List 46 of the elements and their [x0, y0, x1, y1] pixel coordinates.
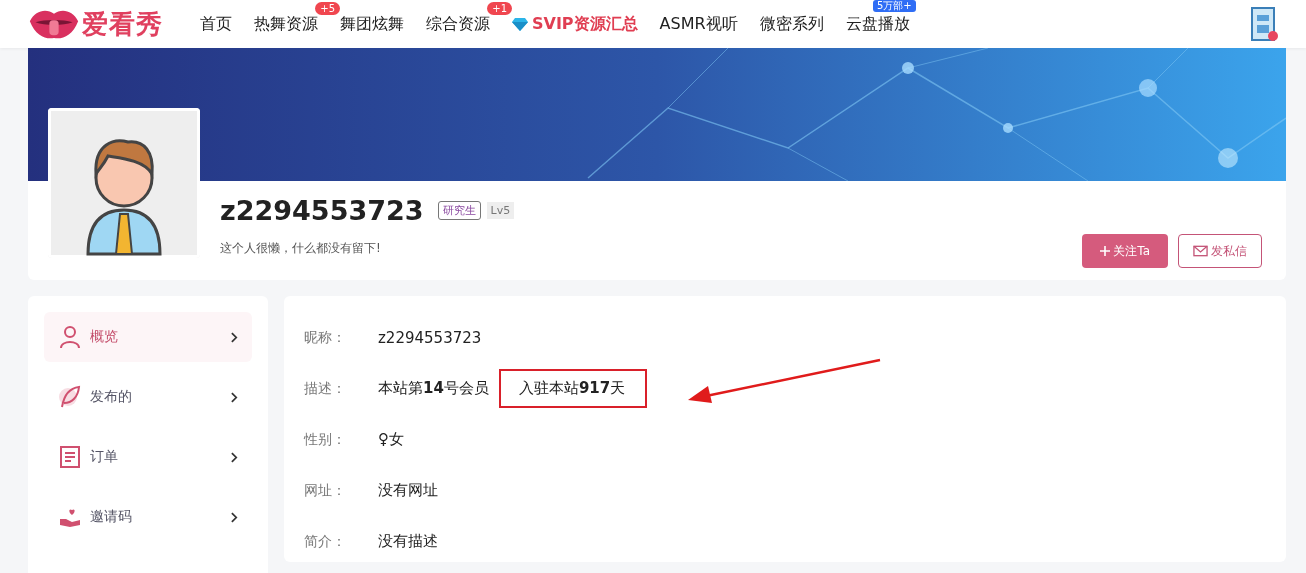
field-value: 本站第14号会员: [378, 379, 489, 398]
plus-icon: [1100, 246, 1111, 256]
field-label: 描述：: [304, 379, 347, 398]
nav-link[interactable]: 云盘播放: [845, 13, 910, 35]
follow-button[interactable]: 关注Ta: [1082, 234, 1168, 268]
nav-link[interactable]: ASMR视听: [659, 13, 738, 35]
level-tag: Lv5: [486, 202, 515, 219]
nav-link[interactable]: 舞团炫舞: [340, 13, 404, 35]
feather-icon: [58, 385, 82, 409]
signature-text: 这个人很懒，什么都没有留下!: [220, 240, 382, 257]
sidebar-item[interactable]: 发布的: [44, 372, 252, 422]
lips-icon[interactable]: [28, 8, 80, 40]
field-label: 性别：: [304, 430, 347, 449]
field-label: 网址：: [304, 481, 347, 500]
count-badge: +5: [315, 1, 340, 15]
field-label: 简介：: [304, 532, 347, 551]
sidebar-item[interactable]: 概览: [44, 312, 252, 362]
role-tag: 研究生: [437, 201, 481, 220]
field-value: ♀女: [378, 430, 404, 449]
chevron-right-icon: [231, 451, 238, 463]
diamond-icon: [512, 17, 528, 31]
nav-link[interactable]: 微密系列: [759, 13, 824, 35]
person-avatar-icon: [48, 108, 200, 258]
chevron-right-icon: [231, 391, 238, 403]
username: z2294553723: [220, 195, 424, 226]
logo-text[interactable]: 爱看秀: [82, 6, 163, 42]
user-icon: [58, 325, 82, 349]
sidebar-item[interactable]: 邀请码: [44, 492, 252, 542]
nav-link[interactable]: 热舞资源: [254, 13, 318, 35]
sidebar-item[interactable]: 订单: [44, 432, 252, 482]
message-button[interactable]: 发私信: [1178, 234, 1262, 268]
field-value: 入驻本站917天: [498, 369, 648, 408]
avatar-icon[interactable]: [1250, 6, 1278, 42]
field-value: 没有网址: [378, 481, 438, 500]
field-value: 没有描述: [378, 532, 438, 551]
chevron-right-icon: [231, 331, 238, 343]
nav-link[interactable]: 综合资源: [426, 13, 490, 35]
count-badge: 5万部+: [872, 0, 916, 12]
field-value: z2294553723: [378, 328, 482, 347]
nav-link[interactable]: 首页: [200, 13, 232, 35]
count-badge: +1: [487, 1, 512, 15]
field-label: 昵称：: [304, 328, 347, 347]
document-icon: [58, 445, 82, 469]
nav-link[interactable]: SVIP资源汇总: [512, 13, 638, 35]
chevron-right-icon: [231, 511, 238, 523]
envelope-icon: [1193, 245, 1208, 257]
